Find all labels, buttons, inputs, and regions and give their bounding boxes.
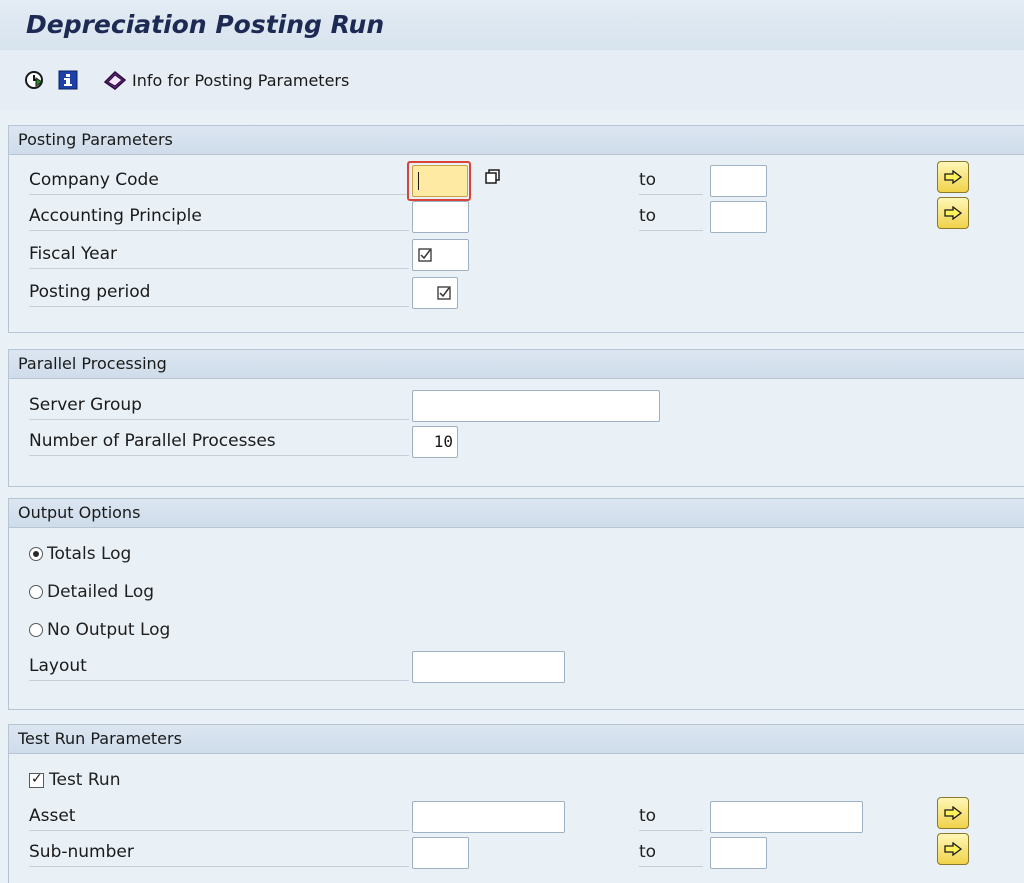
test-run-panel: Test Run Parameters Test Run Asset to Su… (8, 724, 1024, 883)
asset-to-label: to (639, 801, 703, 831)
company-code-from-field[interactable] (412, 165, 468, 197)
parallel-processing-header: Parallel Processing (9, 350, 1024, 379)
radio-unselected-icon (29, 585, 43, 599)
radio-no-output-log[interactable]: No Output Log (29, 615, 170, 645)
text-cursor (418, 172, 419, 190)
posting-period-row: Posting period (9, 277, 1024, 309)
radio-unselected-icon (29, 623, 43, 637)
parallel-processes-row: Number of Parallel Processes 10 (9, 426, 1024, 458)
company-code-to-label: to (639, 165, 703, 195)
execute-button[interactable] (24, 68, 44, 92)
fiscal-year-row: Fiscal Year (9, 239, 1024, 271)
company-code-to-field[interactable] (710, 165, 767, 197)
info-posting-params-button[interactable]: Info for Posting Parameters (102, 68, 349, 92)
parallel-processes-field[interactable]: 10 (412, 426, 458, 458)
asset-from-field[interactable] (412, 801, 565, 833)
accounting-principle-from-field[interactable] (412, 201, 469, 233)
test-run-label: Test Run (49, 770, 121, 790)
info-posting-params-label: Info for Posting Parameters (132, 70, 350, 90)
company-code-row: Company Code to (9, 161, 1024, 201)
posting-period-label: Posting period (29, 277, 409, 307)
execute-clock-icon (25, 71, 43, 89)
subnumber-more-button[interactable] (937, 833, 969, 865)
subnumber-label: Sub-number (29, 837, 409, 867)
parallel-processes-label: Number of Parallel Processes (29, 426, 409, 456)
accounting-principle-label: Accounting Principle (29, 201, 409, 231)
asset-to-field[interactable] (710, 801, 863, 833)
toolbar: Info for Posting Parameters (0, 50, 1024, 110)
subnumber-to-label: to (639, 837, 703, 867)
fiscal-year-label: Fiscal Year (29, 239, 409, 269)
posting-parameters-header: Posting Parameters (9, 126, 1024, 155)
checkbox-checked-icon (29, 771, 44, 788)
asset-more-button[interactable] (937, 797, 969, 829)
radio-detailed-log[interactable]: Detailed Log (29, 577, 154, 607)
subnumber-row: Sub-number to (9, 833, 1024, 869)
test-run-header: Test Run Parameters (9, 725, 1024, 754)
asset-row: Asset to (9, 797, 1024, 833)
accounting-principle-row: Accounting Principle to (9, 197, 1024, 233)
page-title: Depreciation Posting Run (26, 10, 385, 39)
arrow-right-icon (944, 170, 962, 184)
output-options-header: Output Options (9, 499, 1024, 528)
multiple-selection-icon[interactable] (485, 169, 501, 185)
accounting-principle-to-label: to (639, 201, 703, 231)
subnumber-from-field[interactable] (412, 837, 469, 869)
subnumber-to-field[interactable] (710, 837, 767, 869)
server-group-row: Server Group (9, 390, 1024, 422)
information-button[interactable] (58, 68, 78, 92)
radio-detailed-label: Detailed Log (47, 582, 155, 602)
arrow-right-icon (944, 206, 962, 220)
title-bar: Depreciation Posting Run (0, 0, 1024, 50)
posting-parameters-panel: Posting Parameters Company Code to Accou… (8, 125, 1024, 333)
company-code-more-button[interactable] (937, 161, 969, 193)
parallel-processing-panel: Parallel Processing Server Group Number … (8, 349, 1024, 487)
radio-totals-label: Totals Log (47, 544, 132, 564)
accounting-principle-to-field[interactable] (710, 201, 767, 233)
asset-label: Asset (29, 801, 409, 831)
layout-label: Layout (29, 651, 409, 681)
info-icon (58, 70, 78, 90)
server-group-field[interactable] (412, 390, 660, 422)
company-code-label: Company Code (29, 165, 409, 195)
layout-field[interactable] (412, 651, 565, 683)
server-group-label: Server Group (29, 390, 409, 420)
output-options-panel: Output Options Totals Log Detailed Log N… (8, 498, 1024, 710)
posting-period-field[interactable] (412, 277, 458, 309)
radio-selected-icon (29, 547, 43, 561)
radio-totals-log[interactable]: Totals Log (29, 539, 131, 569)
test-run-checkbox[interactable]: Test Run (29, 765, 120, 795)
book-icon (103, 70, 127, 90)
accounting-principle-more-button[interactable] (937, 197, 969, 229)
arrow-right-icon (944, 842, 962, 856)
required-entry-icon (437, 286, 451, 300)
layout-row: Layout (9, 651, 1024, 683)
arrow-right-icon (944, 806, 962, 820)
radio-none-label: No Output Log (47, 620, 171, 640)
required-entry-icon (418, 248, 432, 262)
